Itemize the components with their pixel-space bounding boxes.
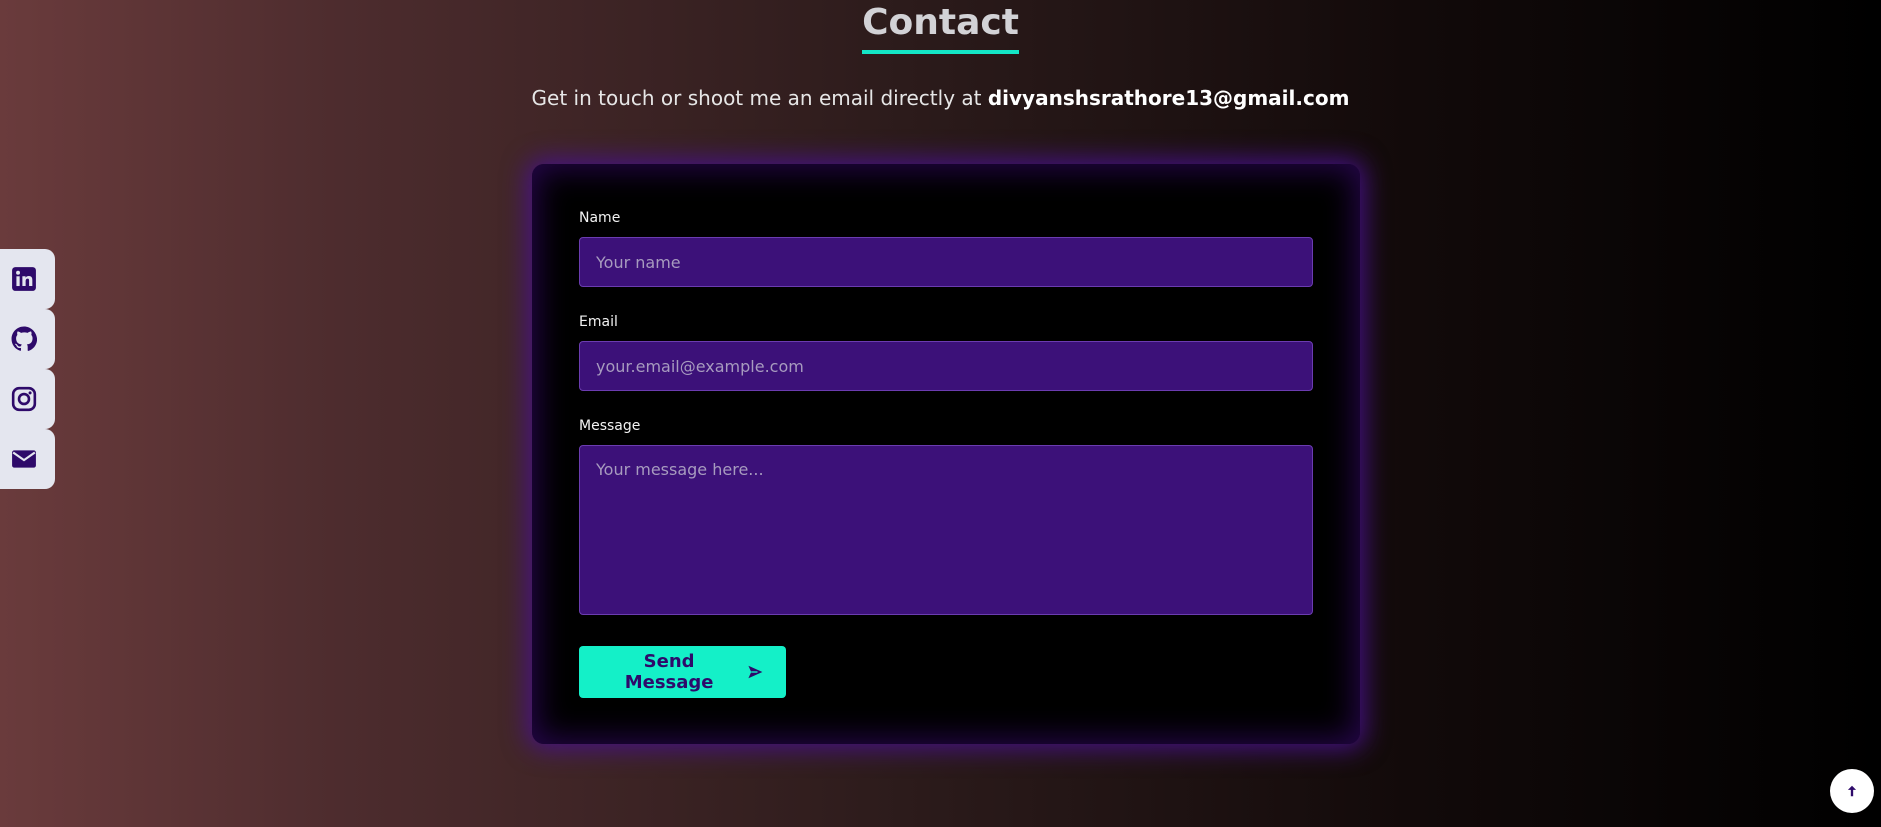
send-message-label: Send Message [624, 651, 714, 693]
send-icon [748, 665, 763, 679]
social-link-instagram[interactable] [0, 369, 55, 429]
instagram-icon [11, 386, 37, 412]
name-label: Name [579, 210, 621, 226]
message-textarea[interactable] [579, 445, 1313, 615]
social-sidebar [0, 249, 55, 489]
page-title: Contact [862, 0, 1019, 54]
social-link-github[interactable] [0, 309, 55, 369]
social-link-mail[interactable] [0, 429, 55, 489]
email-label: Email [579, 314, 618, 330]
scroll-to-top-button[interactable] [1830, 769, 1874, 813]
contact-form: Name Email Message Send Message [532, 164, 1360, 744]
arrow-up-icon [1847, 785, 1857, 797]
github-icon [11, 326, 37, 351]
social-link-linkedin[interactable] [0, 249, 55, 309]
name-input[interactable] [579, 237, 1313, 287]
linkedin-icon [12, 267, 36, 291]
contact-email[interactable]: divyanshsrathore13@gmail.com [988, 86, 1350, 110]
section-header: Contact [0, 0, 1881, 54]
message-label: Message [579, 418, 641, 434]
subtitle-text: Get in touch or shoot me an email direct… [531, 86, 988, 110]
send-message-button[interactable]: Send Message [579, 646, 786, 698]
mail-icon [12, 450, 36, 468]
contact-subtitle: Get in touch or shoot me an email direct… [0, 86, 1881, 110]
email-input[interactable] [579, 341, 1313, 391]
